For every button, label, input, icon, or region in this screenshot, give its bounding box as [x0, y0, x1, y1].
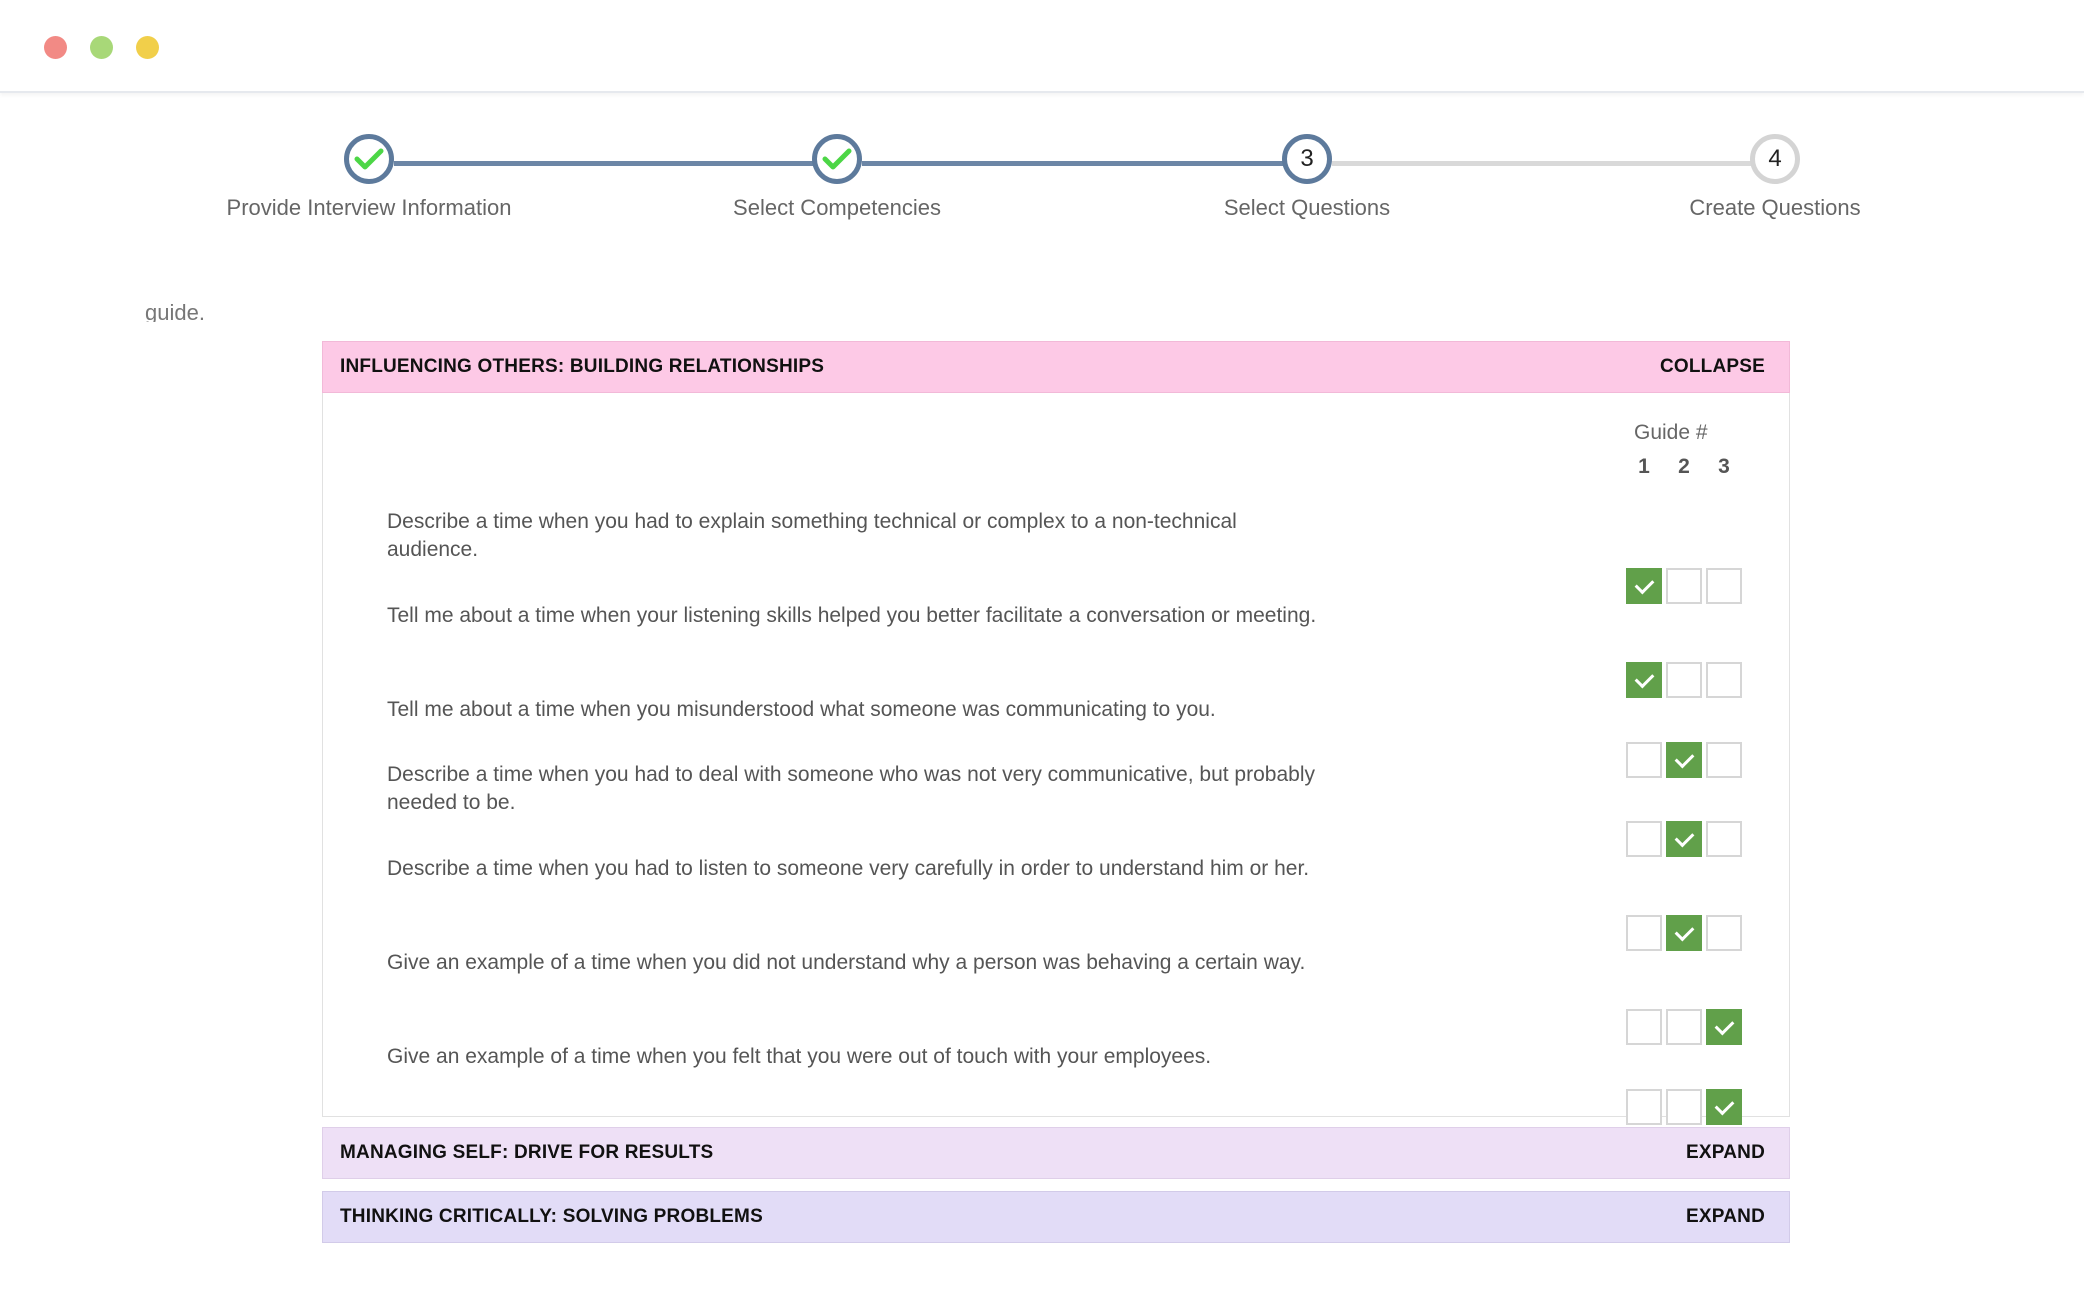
guide-1-checkbox[interactable]: [1626, 821, 1662, 857]
close-window-button[interactable]: [44, 36, 67, 59]
guide-2-checkbox[interactable]: [1666, 821, 1702, 857]
expand-button[interactable]: EXPAND: [1686, 1142, 1765, 1164]
question-text: Describe a time when you had to listen t…: [387, 857, 1310, 880]
guide-3-checkbox[interactable]: [1706, 1009, 1742, 1045]
guide-number-3: 3: [1718, 455, 1730, 478]
guide-3-checkbox[interactable]: [1706, 742, 1742, 778]
step-3-indicator[interactable]: 3: [1282, 134, 1332, 184]
guide-2-checkbox[interactable]: [1666, 1089, 1702, 1125]
question-text: Tell me about a time when your listening…: [387, 604, 1317, 627]
step-4-label: Create Questions: [1689, 195, 1861, 220]
question-text: Describe a time when you had to deal wit…: [387, 763, 1315, 814]
section-header[interactable]: THINKING CRITICALLY: SOLVING PROBLEMS EX…: [322, 1191, 1790, 1243]
step-4-indicator[interactable]: 4: [1750, 134, 1800, 184]
scrolled-text-fragment: guide.: [145, 302, 205, 322]
guide-1-checkbox[interactable]: [1626, 742, 1662, 778]
step-connector-2: [862, 161, 1308, 166]
guide-2-checkbox[interactable]: [1666, 568, 1702, 604]
guide-column-label: Guide #: [1634, 421, 1708, 444]
guide-2-checkbox[interactable]: [1666, 742, 1702, 778]
guide-1-checkbox[interactable]: [1626, 568, 1662, 604]
guide-2-checkbox[interactable]: [1666, 915, 1702, 951]
window-titlebar: [0, 0, 2084, 93]
expand-button[interactable]: EXPAND: [1686, 1206, 1765, 1228]
maximize-window-button[interactable]: [136, 36, 159, 59]
guide-3-checkbox[interactable]: [1706, 915, 1742, 951]
competency-section-thinking-critically: THINKING CRITICALLY: SOLVING PROBLEMS EX…: [322, 1191, 1790, 1243]
step-2-label: Select Competencies: [733, 195, 941, 220]
section-title: MANAGING SELF: DRIVE FOR RESULTS: [340, 1142, 714, 1163]
section-header[interactable]: MANAGING SELF: DRIVE FOR RESULTS EXPAND: [322, 1127, 1790, 1179]
check-icon: [354, 148, 384, 170]
section-header[interactable]: INFLUENCING OTHERS: BUILDING RELATIONSHI…: [322, 341, 1790, 393]
question-text: Give an example of a time when you felt …: [387, 1045, 1212, 1068]
step-3-number: 3: [1300, 145, 1314, 172]
step-1-label: Provide Interview Information: [226, 195, 512, 220]
guide-1-checkbox[interactable]: [1626, 915, 1662, 951]
question-text: Give an example of a time when you did n…: [387, 951, 1306, 974]
guide-2-checkbox[interactable]: [1666, 662, 1702, 698]
step-1-indicator[interactable]: [344, 134, 394, 184]
check-icon: [822, 148, 852, 170]
step-connector-3: [1332, 161, 1776, 166]
step-3-label: Select Questions: [1223, 195, 1391, 220]
step-connector-1: [394, 161, 838, 166]
section-title: INFLUENCING OTHERS: BUILDING RELATIONSHI…: [340, 356, 825, 377]
section-title: THINKING CRITICALLY: SOLVING PROBLEMS: [340, 1206, 763, 1227]
guide-3-checkbox[interactable]: [1706, 662, 1742, 698]
section-body: Guide # 1 2 3 Describe a time when you h…: [322, 393, 1790, 1125]
guide-1-checkbox[interactable]: [1626, 1009, 1662, 1045]
question-text: Describe a time when you had to explain …: [387, 510, 1237, 561]
step-2-indicator[interactable]: [812, 134, 862, 184]
guide-1-checkbox[interactable]: [1626, 662, 1662, 698]
guide-2-checkbox[interactable]: [1666, 1009, 1702, 1045]
question-text: Tell me about a time when you misunderst…: [387, 698, 1216, 721]
minimize-window-button[interactable]: [90, 36, 113, 59]
step-4-number: 4: [1768, 145, 1782, 172]
competency-section-managing-self: MANAGING SELF: DRIVE FOR RESULTS EXPAND: [322, 1127, 1790, 1179]
guide-1-checkbox[interactable]: [1626, 1089, 1662, 1125]
competency-section-influencing-others: INFLUENCING OTHERS: BUILDING RELATIONSHI…: [322, 341, 1790, 1125]
guide-3-checkbox[interactable]: [1706, 1089, 1742, 1125]
guide-number-2: 2: [1678, 455, 1690, 478]
guide-3-checkbox[interactable]: [1706, 568, 1742, 604]
guide-number-1: 1: [1638, 455, 1650, 478]
guide-3-checkbox[interactable]: [1706, 821, 1742, 857]
progress-stepper: 3 4 Provide Interview Information Select…: [0, 128, 2084, 238]
collapse-button[interactable]: COLLAPSE: [1660, 356, 1765, 378]
